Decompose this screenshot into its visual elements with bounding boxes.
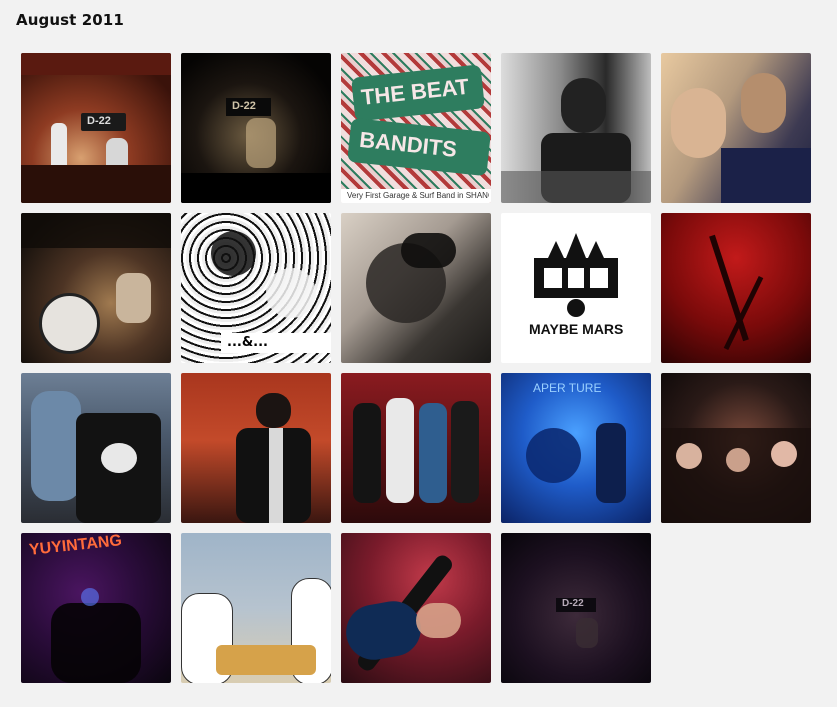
band-member	[353, 403, 381, 503]
skull-print	[101, 443, 137, 473]
balcony	[21, 53, 171, 75]
person	[31, 391, 81, 501]
photo-tile[interactable]	[181, 373, 331, 523]
shadow-line	[709, 234, 749, 342]
tile-caption: D-22	[562, 598, 584, 609]
tile-caption: APER TURE	[533, 381, 602, 395]
photo-tile[interactable]: THE BEAT BANDITS Very First Garage & Sur…	[341, 53, 491, 203]
tile-caption: MAYBE MARS	[529, 321, 624, 337]
illustration-caption-bg: ...&...	[221, 333, 331, 353]
stage-sign: D-22	[556, 598, 596, 612]
stage-sign: D-22	[226, 98, 271, 116]
band-member	[419, 403, 447, 503]
illustration-shape	[211, 231, 256, 276]
tile-caption: Very First Garage & Surf Band in SHANGHA…	[347, 191, 489, 200]
tile-caption: D-22	[87, 115, 111, 127]
photo-tile[interactable]: YUYINTANG	[21, 533, 171, 683]
performer-head	[561, 78, 606, 133]
photo-tile[interactable]	[21, 373, 171, 523]
tile-caption: D-22	[232, 100, 256, 112]
tile-caption: BANDITS	[358, 126, 459, 162]
stage-light	[81, 588, 99, 606]
photo-tile[interactable]: D-22	[181, 53, 331, 203]
crowd	[181, 173, 331, 203]
backdrop	[21, 213, 171, 248]
illustration-shape	[266, 268, 316, 318]
photo-grid: D-22 D-22 THE BEAT BANDITS Very First Ga…	[21, 53, 811, 683]
performer	[246, 118, 276, 168]
tile-caption: THE BEAT	[359, 73, 471, 110]
photo-tile[interactable]	[341, 213, 491, 363]
shirt	[269, 428, 283, 523]
performer	[596, 423, 626, 503]
performer	[116, 273, 151, 323]
photo-tile[interactable]: MAYBE MARS	[501, 213, 651, 363]
sofa	[216, 645, 316, 675]
tile-caption: YUYINTANG	[28, 533, 123, 559]
footer-strip: Very First Garage & Surf Band in SHANGHA…	[341, 189, 491, 203]
photo-tile[interactable]	[181, 533, 331, 683]
photo-tile[interactable]: APER TURE	[501, 373, 651, 523]
photo-tile[interactable]: D-22	[21, 53, 171, 203]
face	[771, 441, 797, 467]
photo-tile[interactable]	[341, 533, 491, 683]
performer	[576, 618, 598, 648]
page-title: August 2011	[16, 11, 124, 29]
drum	[526, 428, 581, 483]
crowd	[51, 603, 141, 683]
band-member	[386, 398, 414, 503]
stage-sign: D-22	[81, 113, 126, 131]
clothing	[721, 148, 811, 203]
photo-tile[interactable]	[501, 53, 651, 203]
hair	[256, 393, 291, 428]
person	[741, 73, 786, 133]
photo-tile[interactable]: ...&...	[181, 213, 331, 363]
band-member	[451, 401, 479, 503]
title-banner: BANDITS	[347, 117, 491, 177]
desk	[501, 171, 651, 203]
hand	[416, 603, 461, 638]
photo-tile[interactable]	[661, 213, 811, 363]
hair	[401, 233, 456, 268]
bass-drum	[39, 293, 100, 354]
photo-tile[interactable]	[21, 213, 171, 363]
photo-tile[interactable]	[661, 53, 811, 203]
title-banner: THE BEAT	[351, 64, 485, 122]
face	[676, 443, 702, 469]
person	[671, 88, 726, 158]
face	[726, 448, 750, 472]
photo-tile[interactable]: D-22	[501, 533, 651, 683]
photo-tile[interactable]	[661, 373, 811, 523]
crowd	[21, 165, 171, 203]
photo-tile[interactable]	[341, 373, 491, 523]
tile-caption: ...&...	[227, 335, 268, 350]
